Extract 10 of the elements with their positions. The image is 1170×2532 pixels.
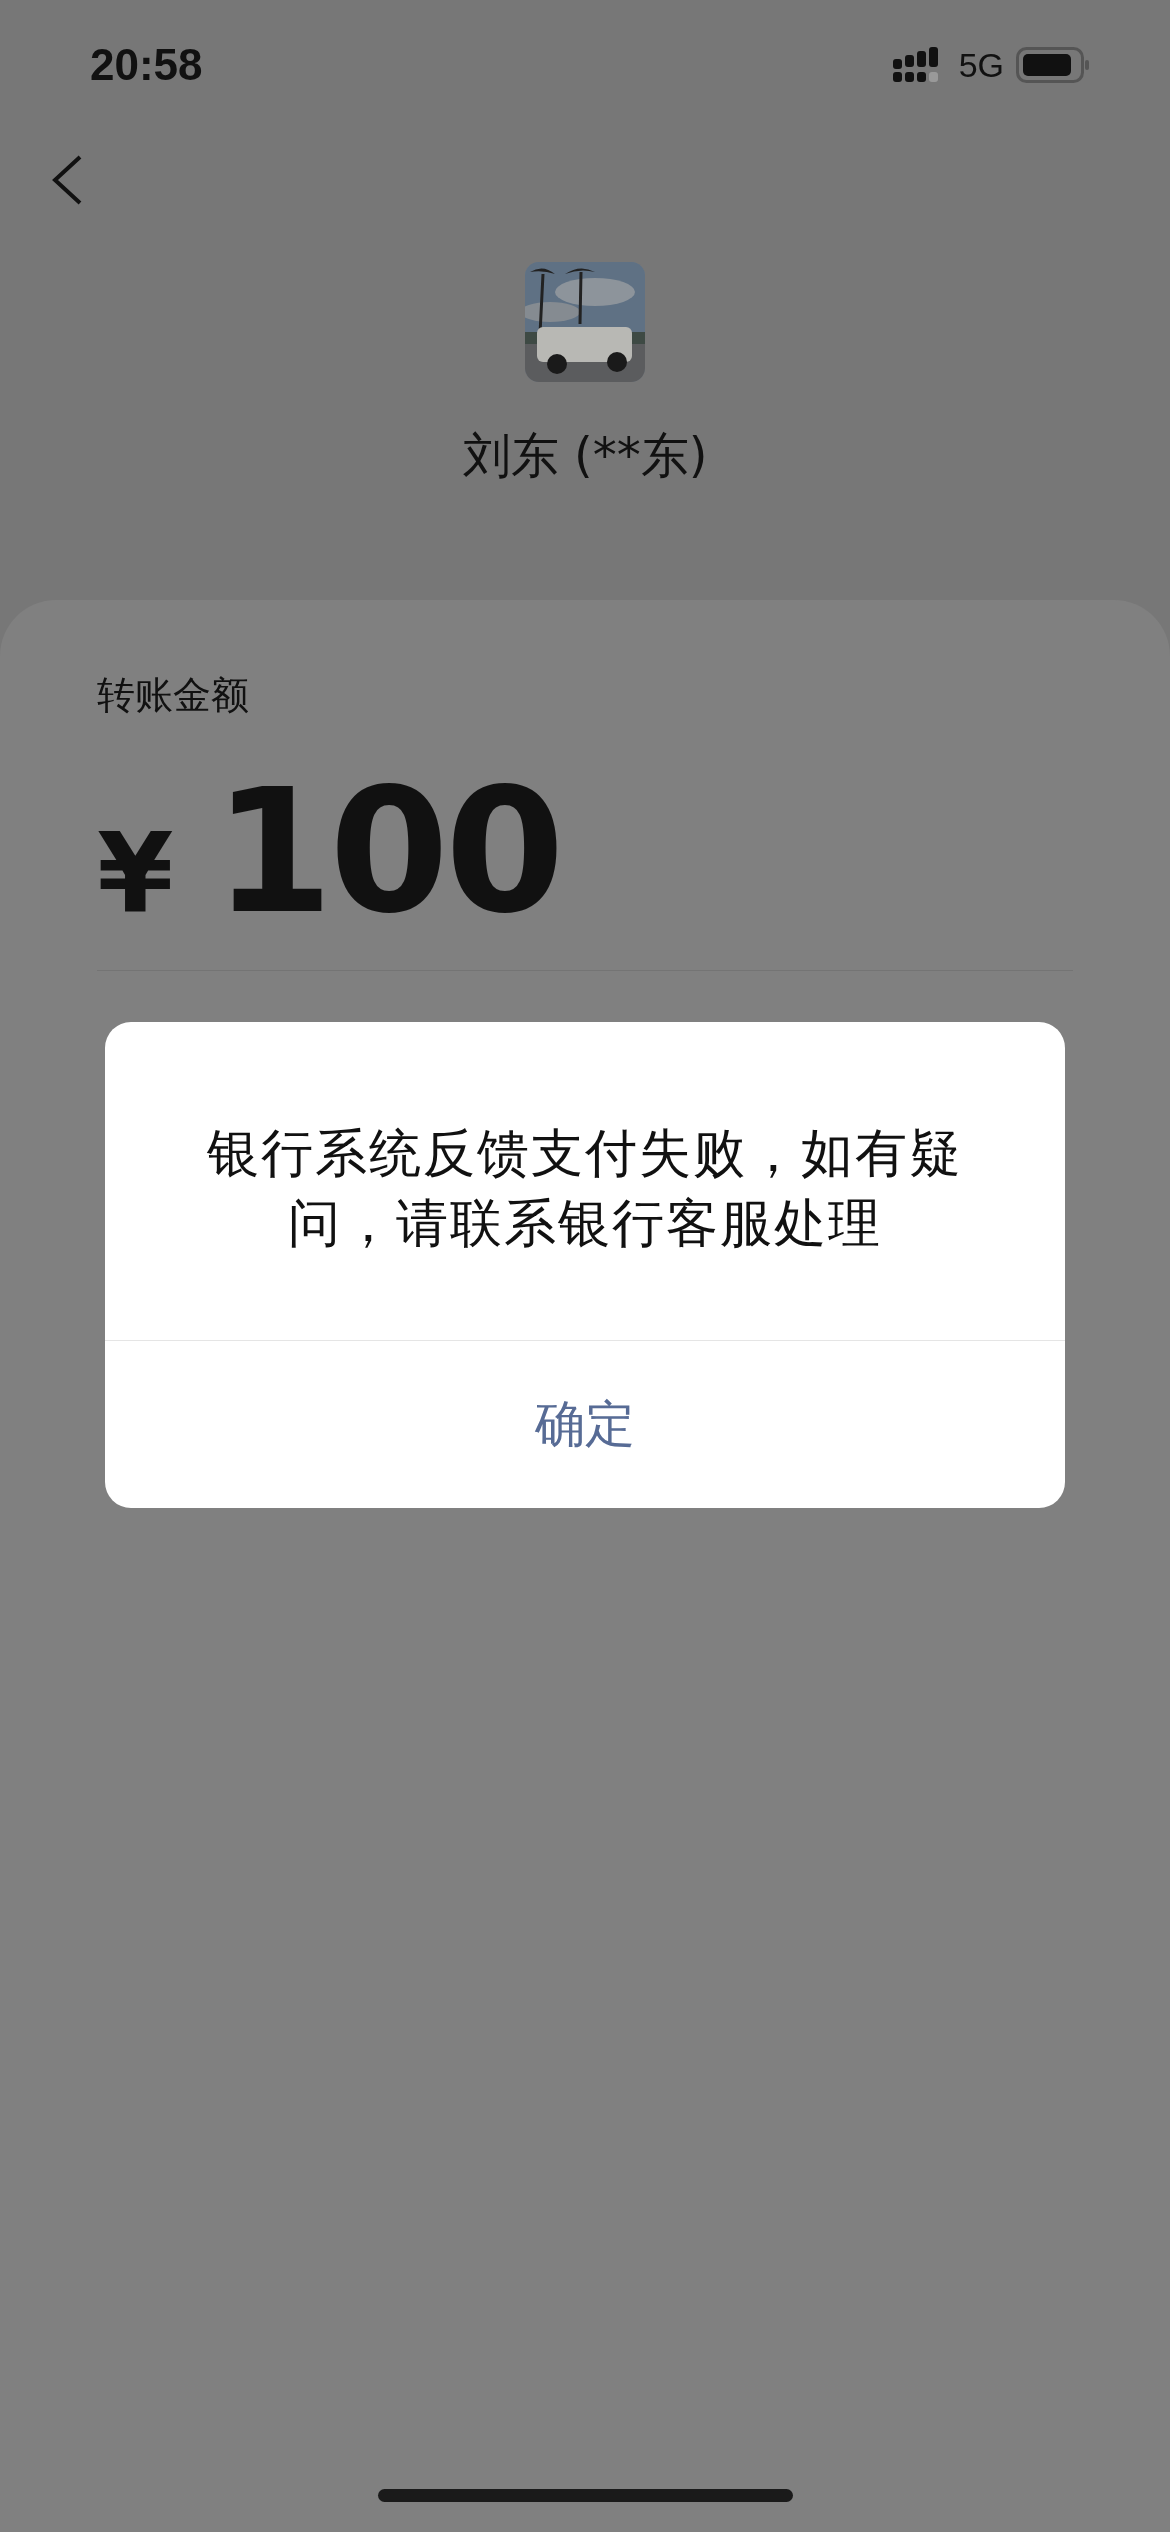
- currency-symbol: ¥: [97, 809, 174, 937]
- back-icon[interactable]: [50, 154, 84, 206]
- amount-value: 100: [213, 751, 561, 952]
- network-label: 5G: [958, 45, 1004, 85]
- amount-label: 转账金额: [97, 672, 250, 719]
- dialog-message: 银行系统反馈支付失败，如有疑问，请联系银行客服处理: [206, 1122, 964, 1255]
- battery-icon: [1016, 47, 1090, 83]
- recipient-name: 刘东 (**东): [462, 426, 708, 485]
- status-time: 20:58: [90, 40, 203, 90]
- confirm-button[interactable]: 确定: [105, 1341, 1065, 1508]
